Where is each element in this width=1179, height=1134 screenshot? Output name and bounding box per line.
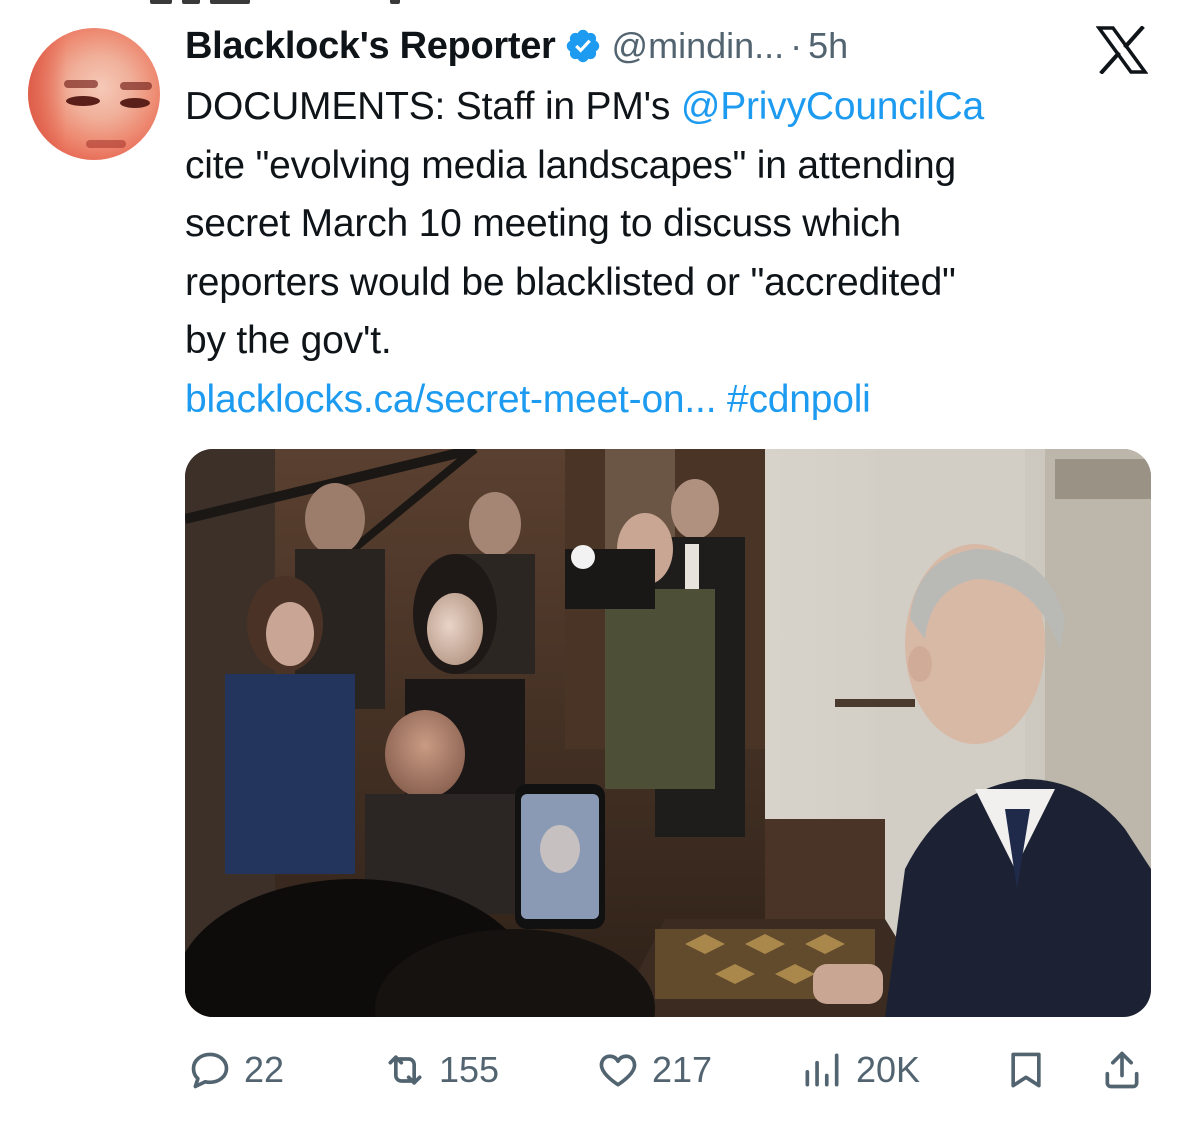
reply-button[interactable]: 22 <box>188 1040 284 1100</box>
tweet-text-line: by the gov't. <box>185 319 392 362</box>
views-button[interactable]: 20K <box>800 1040 920 1100</box>
header-separator: · <box>790 25 803 66</box>
repost-count: 155 <box>439 1049 500 1090</box>
views-count: 20K <box>856 1049 921 1090</box>
like-icon <box>599 1054 637 1087</box>
repost-button[interactable]: 155 <box>383 1040 499 1100</box>
tweet-text-line: blacklocks.ca/secret-meet-on... #cdnpoli <box>185 371 1145 430</box>
tweet-text-line: DOCUMENTS: Staff in PM's @PrivyCouncilCa <box>185 78 1145 137</box>
avatar[interactable] <box>28 28 160 160</box>
author-name[interactable]: Blacklock's Reporter <box>185 25 556 68</box>
views-icon <box>805 1053 839 1087</box>
share-button[interactable] <box>1100 1040 1144 1100</box>
x-logo-icon <box>1096 26 1148 74</box>
hashtag-link[interactable]: #cdnpoli <box>727 378 871 421</box>
text-segment: DOCUMENTS: Staff in PM's <box>185 85 681 128</box>
tweet-text: DOCUMENTS: Staff in PM's @PrivyCouncilCa… <box>185 78 1145 429</box>
verified-badge-icon <box>566 29 599 63</box>
tweet-header: Blacklock's Reporter @mindin... · 5h <box>185 20 848 72</box>
share-icon <box>1105 1051 1139 1089</box>
bookmark-icon <box>1011 1052 1041 1088</box>
mention-link[interactable]: @PrivyCouncilCa <box>681 85 984 128</box>
url-link[interactable]: blacklocks.ca/secret-meet-on... <box>185 378 717 421</box>
repost-icon <box>388 1055 422 1085</box>
like-button[interactable]: 217 <box>596 1040 712 1100</box>
reply-icon <box>191 1052 229 1089</box>
tweet-actions: 22 155 217 20K <box>0 1040 1179 1100</box>
author-handle[interactable]: @mindin... <box>612 25 785 67</box>
tweet-text-line: cite "evolving media landscapes" in atte… <box>185 143 957 187</box>
bookmark-button[interactable] <box>1004 1040 1048 1100</box>
timestamp[interactable]: 5h <box>808 25 848 67</box>
reply-count: 22 <box>244 1049 285 1090</box>
tweet-text-line: secret March 10 meeting to discuss which <box>185 202 901 245</box>
photo-image <box>185 449 1151 1017</box>
like-count: 217 <box>652 1049 713 1090</box>
tweet-photo[interactable] <box>185 449 1151 1017</box>
previous-tweet-edge <box>150 0 450 6</box>
tweet-text-line: reporters would be blacklisted or "accre… <box>185 260 956 304</box>
